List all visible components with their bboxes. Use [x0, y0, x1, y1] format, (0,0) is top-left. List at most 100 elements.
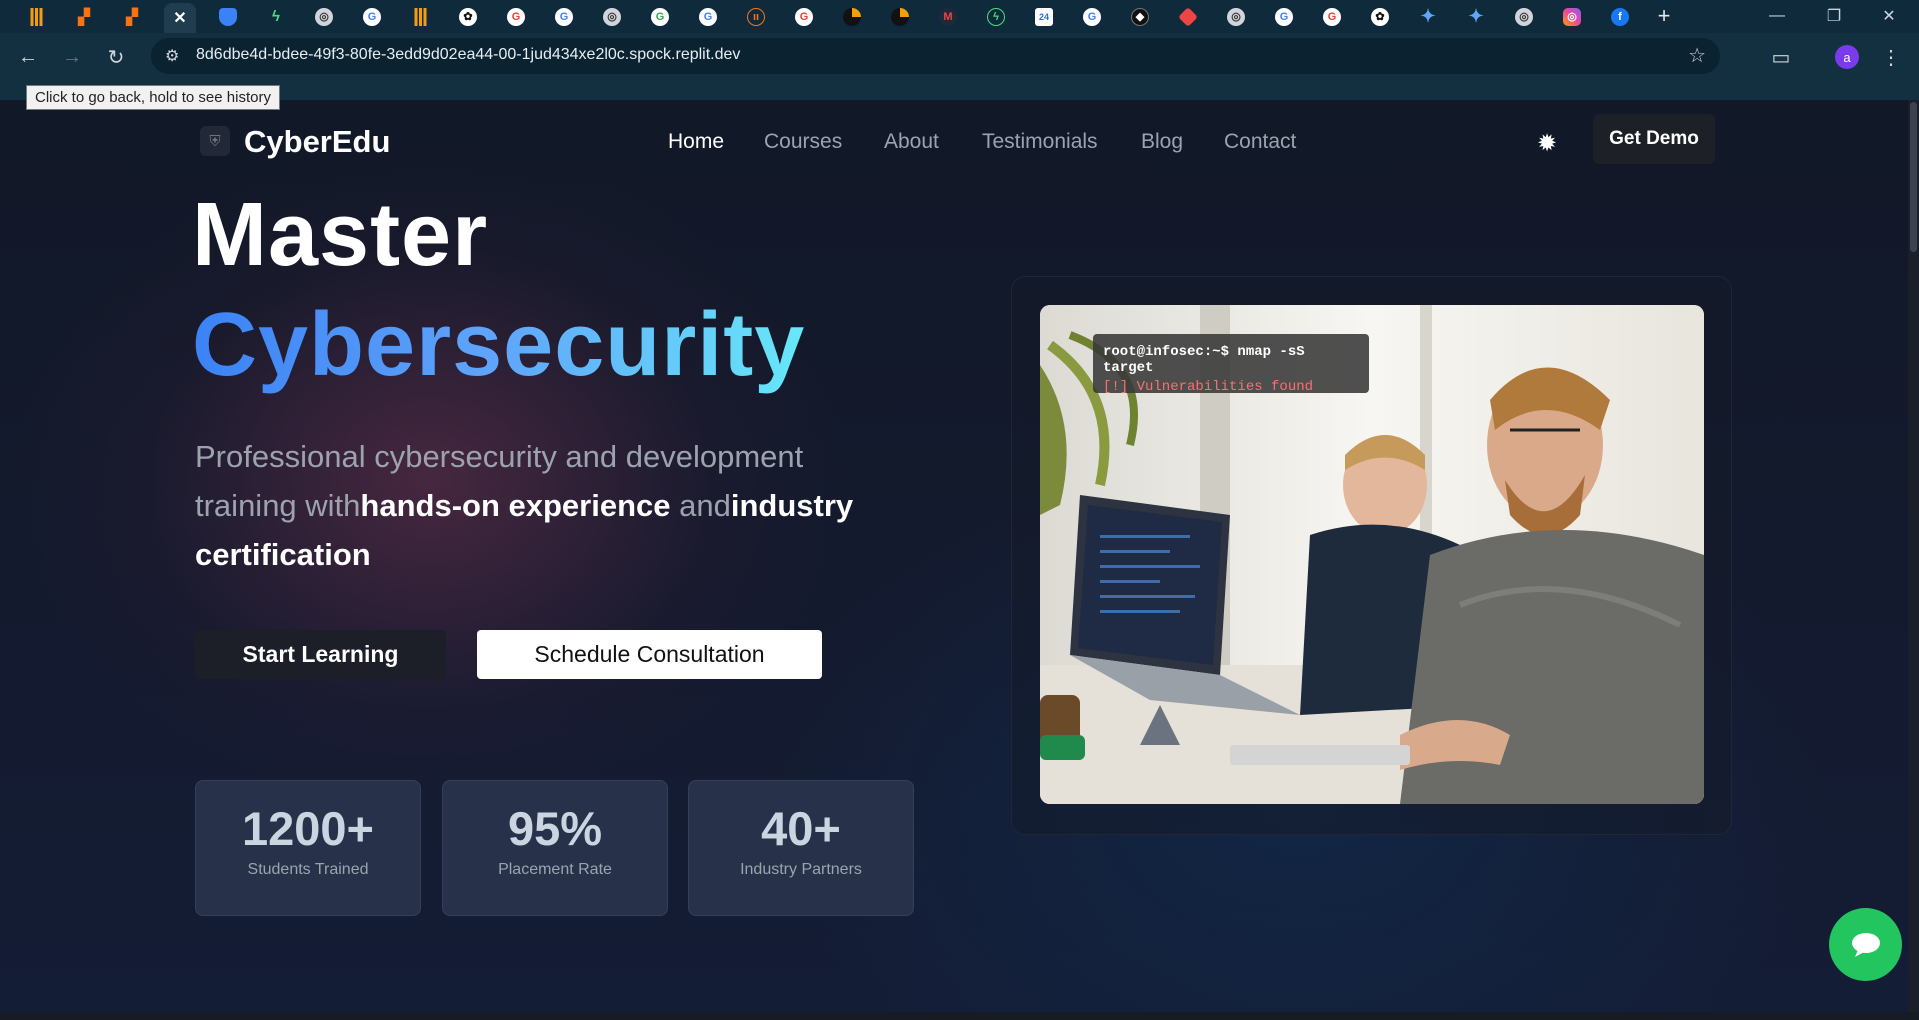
- site-icon: ◆: [1131, 7, 1149, 26]
- tab-chrome-3[interactable]: ◎: [1220, 3, 1252, 30]
- tab-calendar[interactable]: 24: [1028, 3, 1060, 30]
- shield-icon: [219, 7, 237, 26]
- tab-google-6[interactable]: G: [788, 3, 820, 30]
- tab-google-7[interactable]: G: [1076, 3, 1108, 30]
- tab-apps[interactable]: ▞: [68, 3, 100, 30]
- stat-card-partners: 40+ Industry Partners: [688, 780, 914, 916]
- tab-site[interactable]: [836, 3, 868, 30]
- tab-openai[interactable]: ✿: [452, 3, 484, 30]
- hero-subtitle: Professional cybersecurity and developme…: [195, 432, 895, 579]
- tab-gemini-2[interactable]: ✦: [1460, 3, 1492, 30]
- tab-site-2[interactable]: [884, 3, 916, 30]
- site-icon: [843, 7, 861, 26]
- new-tab-button[interactable]: +: [1650, 4, 1678, 28]
- gmail-icon: M: [939, 7, 957, 26]
- minimize-button[interactable]: —: [1754, 0, 1800, 32]
- chat-button[interactable]: [1829, 908, 1902, 981]
- google-icon: G: [1275, 7, 1293, 26]
- tab-site-3[interactable]: ◆: [1124, 3, 1156, 30]
- site-icon: [891, 7, 909, 26]
- tab-instagram[interactable]: ◎: [1556, 3, 1588, 30]
- stat-card-students: 1200+ Students Trained: [195, 780, 421, 916]
- nav-home[interactable]: Home: [668, 130, 724, 154]
- site-settings-icon[interactable]: ⚙: [165, 46, 179, 66]
- bolt-icon: ϟ: [987, 7, 1005, 26]
- tab-google-8[interactable]: G: [1268, 3, 1300, 30]
- forward-button[interactable]: →: [56, 41, 88, 73]
- apps-icon: ▞: [126, 8, 138, 26]
- menu-kebab-icon[interactable]: ⋮: [1875, 41, 1907, 73]
- theme-toggle-sun-icon[interactable]: ✹: [1537, 129, 1557, 158]
- tab-openai-2[interactable]: ✿: [1364, 3, 1396, 30]
- google-icon: G: [363, 7, 381, 26]
- url-text[interactable]: 8d6dbe4d-bdee-49f3-80fe-3edd9d02ea44-00-…: [196, 46, 740, 64]
- schedule-consultation-button[interactable]: Schedule Consultation: [477, 630, 822, 679]
- back-arrow-icon: ←: [18, 45, 38, 68]
- tab-google-3[interactable]: G: [548, 3, 580, 30]
- tab-chrome-4[interactable]: ◎: [1508, 3, 1540, 30]
- nav-blog[interactable]: Blog: [1141, 130, 1183, 154]
- terminal-command: root@infosec:~$ nmap -sS target: [1103, 344, 1305, 376]
- tab-ai[interactable]: ıı: [740, 3, 772, 30]
- tab-google-9[interactable]: G: [1316, 3, 1348, 30]
- tab-analytics[interactable]: [20, 3, 52, 30]
- analytics-icon: [411, 7, 429, 26]
- cast-icon[interactable]: ▭: [1765, 41, 1797, 73]
- restore-button[interactable]: ❐: [1811, 0, 1857, 32]
- tab-shield[interactable]: [212, 3, 244, 30]
- stat-value: 95%: [507, 802, 603, 855]
- gemini-icon: ✦: [1420, 6, 1436, 26]
- tab-chrome-2[interactable]: ◎: [596, 3, 628, 30]
- brand-logo[interactable]: CyberEdu: [244, 124, 390, 160]
- google-icon: G: [1323, 7, 1341, 26]
- page-viewport: ⛨ CyberEdu Home Courses About Testimonia…: [0, 100, 1908, 1012]
- git-icon: [1178, 6, 1198, 27]
- google-icon: G: [507, 7, 525, 26]
- tab-google[interactable]: G: [356, 3, 388, 30]
- hero-title-line2: Cybersecurity: [192, 295, 806, 395]
- scrollbar-thumb[interactable]: [1910, 102, 1917, 252]
- google-icon: G: [651, 7, 669, 26]
- google-icon: G: [555, 7, 573, 26]
- start-learning-button[interactable]: Start Learning: [195, 630, 446, 679]
- back-button[interactable]: ←: [12, 41, 44, 73]
- tab-git[interactable]: [1172, 3, 1204, 30]
- nav-about[interactable]: About: [884, 130, 939, 154]
- close-window-button[interactable]: ✕: [1866, 0, 1912, 32]
- tab-apps-2[interactable]: ▞: [116, 3, 148, 30]
- tab-google-2[interactable]: G: [500, 3, 532, 30]
- reload-icon: ↻: [107, 46, 125, 69]
- gemini-icon: ✦: [1468, 6, 1484, 26]
- terminal-alert: [!] Vulnerabilities found: [1103, 379, 1314, 395]
- openai-icon: ✿: [1371, 7, 1389, 26]
- stat-label: Students Trained: [247, 861, 369, 878]
- tab-active[interactable]: ✕: [164, 3, 196, 33]
- tab-analytics-2[interactable]: [404, 3, 436, 30]
- tab-chrome[interactable]: ◎: [308, 3, 340, 30]
- forward-arrow-icon: →: [62, 45, 82, 68]
- close-icon[interactable]: ✕: [171, 9, 189, 27]
- tab-facebook[interactable]: f: [1604, 3, 1636, 30]
- tab-bolt[interactable]: ϟ: [260, 3, 292, 30]
- profile-avatar[interactable]: a: [1831, 41, 1863, 73]
- tab-gmail[interactable]: M: [932, 3, 964, 30]
- get-demo-button[interactable]: Get Demo: [1593, 114, 1715, 164]
- terminal-overlay: root@infosec:~$ nmap -sS target [!] Vuln…: [1093, 334, 1369, 395]
- status-bar: [0, 1012, 1919, 1020]
- nav-contact[interactable]: Contact: [1224, 130, 1296, 154]
- tab-gemini[interactable]: ✦: [1412, 3, 1444, 30]
- tab-bolt-2[interactable]: ϟ: [980, 3, 1012, 30]
- openai-icon: ✿: [459, 7, 477, 26]
- page-scrollbar[interactable]: [1908, 100, 1919, 1012]
- browser-toolbar: ← → ↻ ⚙ 8d6dbe4d-bdee-49f3-80fe-3edd9d02…: [0, 33, 1919, 100]
- tab-google-4[interactable]: G: [644, 3, 676, 30]
- tab-google-5[interactable]: G: [692, 3, 724, 30]
- nav-testimonials[interactable]: Testimonials: [982, 130, 1098, 154]
- calendar-icon: 24: [1035, 7, 1053, 26]
- google-icon: G: [795, 7, 813, 26]
- address-bar[interactable]: ⚙ 8d6dbe4d-bdee-49f3-80fe-3edd9d02ea44-0…: [151, 38, 1720, 74]
- nav-courses[interactable]: Courses: [764, 130, 842, 154]
- bookmark-star-icon[interactable]: ☆: [1688, 43, 1706, 68]
- reload-button[interactable]: ↻: [100, 41, 132, 73]
- browser-tab-strip: ▞ ▞ ✕ ϟ ◎ G ✿ G G ◎ G G ıı G M ϟ 24 G ◆ …: [0, 0, 1919, 33]
